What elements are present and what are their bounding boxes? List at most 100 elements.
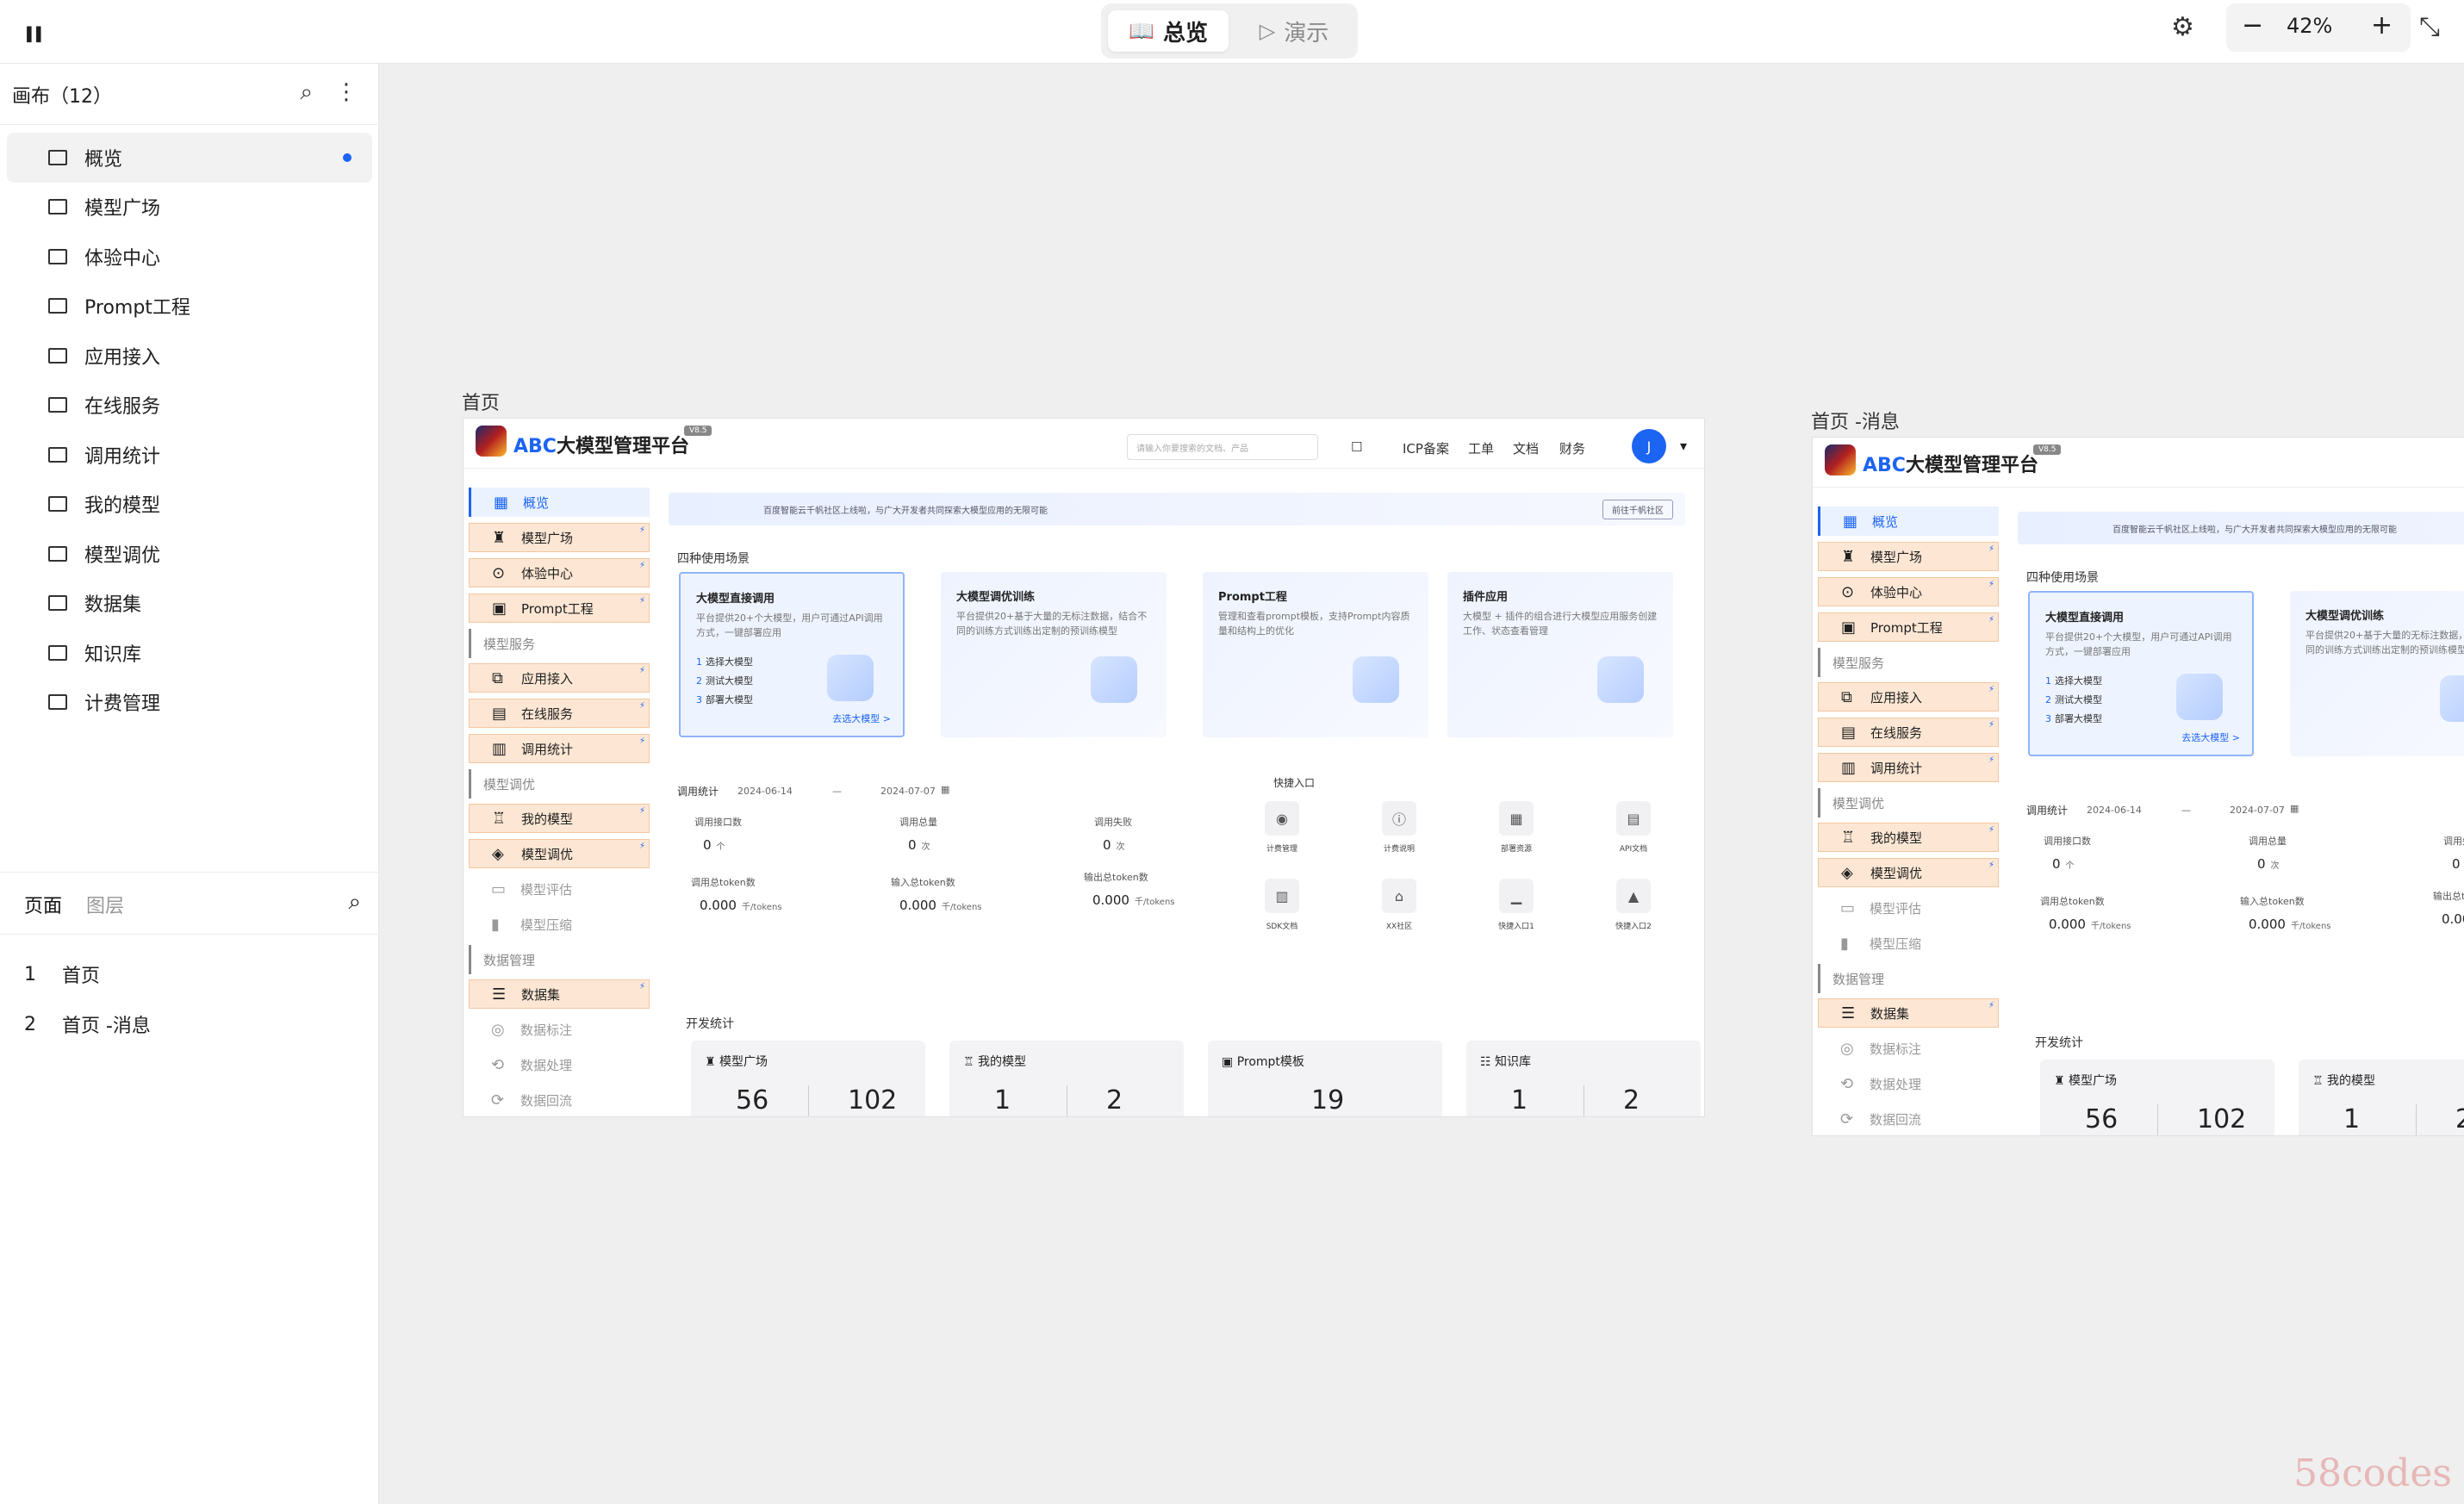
scenario-card[interactable]: 大模型直接调用 平台提供20+个大模型，用户可通过API调用方式，一键部署应用 1 选…	[679, 572, 905, 737]
menu-item[interactable]: ☰ 数据集 ⚡	[1818, 998, 1999, 1028]
quick-entry[interactable]: ⌂ XX社区	[1365, 879, 1434, 931]
tab-pages[interactable]: 页面	[24, 891, 62, 918]
dev-stat-card[interactable]: ♖ 我的模型 1 2	[2299, 1060, 2464, 1135]
quick-entry[interactable]: ▥ SDK文档	[1248, 879, 1316, 931]
menu-item[interactable]: ♖ 我的模型 ⚡	[1818, 823, 1999, 852]
nav-link[interactable]: ICP备案	[1403, 439, 1449, 457]
menu-item[interactable]: ⊙ 体验中心 ⚡	[1818, 577, 1999, 606]
scenario-card[interactable]: 插件应用 大模型 + 插件的组合进行大模型应用服务创建工作、状态查看管理	[1447, 572, 1673, 737]
menu-item[interactable]: ♜ 模型广场 ⚡	[1818, 542, 1999, 571]
dev-stat-value: 1	[2343, 1104, 2361, 1134]
more-icon[interactable]: ⋮	[335, 79, 358, 106]
nav-link[interactable]: 工单	[1468, 439, 1494, 457]
canvas-item[interactable]: 体验中心	[7, 232, 372, 282]
quick-entry[interactable]: ⓘ 计费说明	[1365, 801, 1434, 854]
menu-item[interactable]: ▤ 在线服务 ⚡	[469, 699, 650, 728]
canvas-item[interactable]: 在线服务	[7, 381, 372, 431]
scenario-card[interactable]: 大模型直接调用 平台提供20+个大模型，用户可通过API调用方式，一键部署应用 1 选…	[2028, 591, 2254, 756]
frame-home-message[interactable]: ABC大模型管理平台V8.5请输入你要搜索的文档、产品☐ICP备案工单文档财务J…	[1813, 438, 2464, 1135]
menu-item[interactable]: ☰ 数据集 ⚡	[469, 979, 650, 1009]
menu-item[interactable]: ◈ 模型调优 ⚡	[469, 839, 650, 868]
dev-stat-card[interactable]: ♜ 模型广场 56 102	[2040, 1060, 2274, 1135]
menu-item[interactable]: ▥ 调用统计 ⚡	[469, 734, 650, 763]
present-mode-button[interactable]: ▷ 演示	[1239, 10, 1349, 52]
menu-item[interactable]: ◎ 数据标注	[1818, 1034, 1999, 1063]
stat-value: 0次	[1103, 837, 1125, 853]
scenario-link[interactable]: 去选大模型 >	[832, 712, 891, 725]
menu-item[interactable]: ▥ 调用统计 ⚡	[1818, 753, 1999, 782]
quick-entry[interactable]: ▲ 快捷入口2	[1599, 879, 1668, 931]
dev-stat-card[interactable]: ▣ Prompt模板 19	[1208, 1041, 1442, 1116]
notify-icon[interactable]: ☐	[1351, 439, 1362, 455]
menu-item[interactable]: ⟲ 数据处理	[1818, 1069, 1999, 1098]
date-to[interactable]: 2024-07-07	[880, 786, 936, 797]
page-item[interactable]: 2 首页 -消息	[24, 999, 151, 1049]
app-search-input[interactable]: 请输入你要搜索的文档、产品	[1127, 434, 1318, 460]
canvas-item[interactable]: 我的模型	[7, 480, 372, 530]
nav-link[interactable]: 财务	[1559, 439, 1585, 457]
settings-sliders-icon[interactable]: ⚙	[2171, 12, 2194, 42]
banner-button[interactable]: 前往千帆社区	[1602, 500, 1673, 519]
quick-entry[interactable]: ▦ 部署资源	[1482, 801, 1551, 854]
page-list: 1 首页 2 首页 -消息	[24, 949, 151, 1049]
menu-item[interactable]: ▮ 模型压缩	[469, 910, 650, 939]
canvas-item[interactable]: 计费管理	[7, 678, 372, 728]
scenario-card[interactable]: Prompt工程 管理和查看prompt模板，支持Prompt内容质量和结构上的优…	[1203, 572, 1428, 737]
dev-stat-card[interactable]: ♖ 我的模型 1 2	[949, 1041, 1184, 1116]
page-search-icon[interactable]: ⌕	[348, 889, 361, 916]
date-from[interactable]: 2024-06-14	[2087, 805, 2142, 816]
menu-item[interactable]: ◎ 数据标注	[469, 1015, 650, 1044]
avatar[interactable]: J	[1632, 429, 1666, 463]
zoom-out-button[interactable]: −	[2242, 10, 2263, 40]
scenario-link[interactable]: 去选大模型 >	[2181, 730, 2240, 744]
canvas-item[interactable]: 应用接入	[7, 331, 372, 381]
canvas-item[interactable]: 知识库	[7, 628, 372, 678]
page-item[interactable]: 1 首页	[24, 949, 151, 999]
zoom-in-button[interactable]: +	[2371, 10, 2392, 40]
canvas-item[interactable]: 模型广场	[7, 183, 372, 233]
play-icon: ▷	[1259, 19, 1276, 43]
scenario-card[interactable]: 大模型调优训练平台提供20+基于大量的无标注数据，结合不同的训练方式训练出定制的…	[941, 572, 1167, 737]
menu-item[interactable]: ▮ 模型压缩	[1818, 929, 1999, 958]
menu-item[interactable]: ⟳ 数据回流	[469, 1085, 650, 1115]
search-icon[interactable]: ⌕	[300, 79, 313, 106]
menu-item[interactable]: ♖ 我的模型 ⚡	[469, 804, 650, 833]
frame-home[interactable]: ABC大模型管理平台 V8.5 请输入你要搜索的文档、产品 ☐ ICP备案 工单 文档 财务 J…	[464, 419, 1704, 1116]
menu-item[interactable]: ▦ 概览	[469, 488, 650, 517]
menu-item[interactable]: ▣ Prompt工程 ⚡	[469, 594, 650, 623]
menu-item[interactable]: ⧉ 应用接入 ⚡	[469, 663, 650, 693]
nav-link[interactable]: 文档	[1513, 439, 1539, 457]
date-to[interactable]: 2024-07-07	[2230, 805, 2285, 816]
canvas-item[interactable]: Prompt工程	[7, 282, 372, 332]
canvas-item[interactable]: 调用统计	[7, 430, 372, 480]
menu-item[interactable]: ▤ 在线服务 ⚡	[1818, 718, 1999, 747]
menu-item[interactable]: ⟲ 数据处理	[469, 1050, 650, 1079]
calendar-icon[interactable]: ▦	[2290, 803, 2299, 814]
dev-stat-card[interactable]: ♜ 模型广场 56 102	[691, 1041, 925, 1116]
canvas-item[interactable]: 概览	[7, 133, 372, 183]
quick-entry[interactable]: ▤ API文档	[1599, 801, 1668, 854]
menu-item[interactable]: ▣ Prompt工程 ⚡	[1818, 612, 1999, 642]
menu-item[interactable]: ▦ 概览	[1818, 507, 1999, 536]
quick-entry[interactable]: ▁ 快捷入口1	[1482, 879, 1551, 931]
canvas-item[interactable]: 模型调优	[7, 529, 372, 579]
glasses-icon: ⊙	[492, 563, 506, 582]
menu-item[interactable]: ⟳ 数据回流	[1818, 1104, 1999, 1134]
canvas-item[interactable]: 数据集	[7, 579, 372, 629]
collapse-icon[interactable]: ⤡	[2419, 12, 2440, 42]
menu-item[interactable]: ▭ 模型评估	[1818, 893, 1999, 923]
menu-item[interactable]: ⧉ 应用接入 ⚡	[1818, 682, 1999, 712]
overview-mode-button[interactable]: 📖 总览	[1108, 10, 1229, 52]
menu-item[interactable]: ▭ 模型评估	[469, 874, 650, 904]
menu-item[interactable]: ◈ 模型调优 ⚡	[1818, 858, 1999, 887]
date-from[interactable]: 2024-06-14	[737, 786, 793, 797]
app-logo[interactable]: װ	[24, 16, 44, 50]
chevron-down-icon[interactable]: ▾	[1680, 438, 1687, 454]
dev-stat-card[interactable]: ☷ 知识库 1 2	[1466, 1041, 1701, 1116]
tab-layers[interactable]: 图层	[86, 891, 124, 918]
menu-item[interactable]: ♜ 模型广场 ⚡	[469, 523, 650, 552]
menu-item[interactable]: ⊙ 体验中心 ⚡	[469, 558, 650, 587]
calendar-icon[interactable]: ▦	[941, 784, 949, 795]
quick-entry[interactable]: ◉ 计费管理	[1248, 801, 1316, 854]
scenario-card[interactable]: 大模型调优训练平台提供20+基于大量的无标注数据，结合不同的训练方式训练出定制的…	[2290, 591, 2464, 756]
